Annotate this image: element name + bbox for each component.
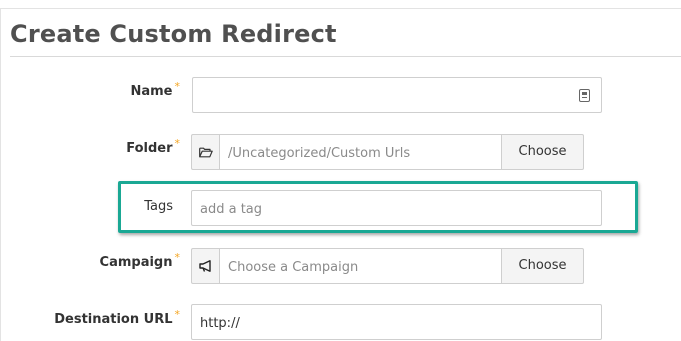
campaign-choose-button[interactable]: Choose (501, 248, 584, 284)
campaign-label-text: Campaign (99, 255, 173, 270)
title-divider (10, 56, 681, 57)
required-marker: * (174, 80, 181, 93)
folder-choose-button[interactable]: Choose (501, 134, 584, 170)
tags-label: Tags (144, 199, 173, 214)
megaphone-icon (198, 260, 211, 272)
campaign-addon (191, 248, 219, 284)
folder-field[interactable]: /Uncategorized/Custom Urls (219, 134, 502, 170)
name-label: Name * (60, 80, 180, 99)
form-panel (0, 8, 681, 341)
folder-value: /Uncategorized/Custom Urls (228, 146, 411, 161)
required-marker: * (174, 137, 181, 150)
folder-addon (191, 134, 219, 170)
tags-input[interactable]: add a tag (191, 190, 602, 226)
campaign-placeholder: Choose a Campaign (228, 260, 359, 275)
destination-url-input[interactable]: http:// (191, 304, 602, 340)
required-marker: * (174, 251, 181, 264)
campaign-label: Campaign * (60, 251, 180, 270)
destination-url-value: http:// (200, 316, 240, 331)
page-title: Create Custom Redirect (10, 20, 337, 48)
name-label-text: Name (130, 84, 173, 99)
name-input[interactable] (192, 77, 602, 113)
contact-card-icon (579, 89, 590, 102)
destination-url-label: Destination URL * (20, 308, 180, 327)
required-marker: * (174, 308, 181, 321)
folder-icon (198, 147, 213, 157)
folder-label-text: Folder (126, 141, 173, 156)
campaign-field[interactable]: Choose a Campaign (219, 248, 502, 284)
tags-placeholder: add a tag (200, 202, 263, 217)
folder-label: Folder * (60, 137, 180, 156)
destination-url-label-text: Destination URL (54, 312, 173, 327)
